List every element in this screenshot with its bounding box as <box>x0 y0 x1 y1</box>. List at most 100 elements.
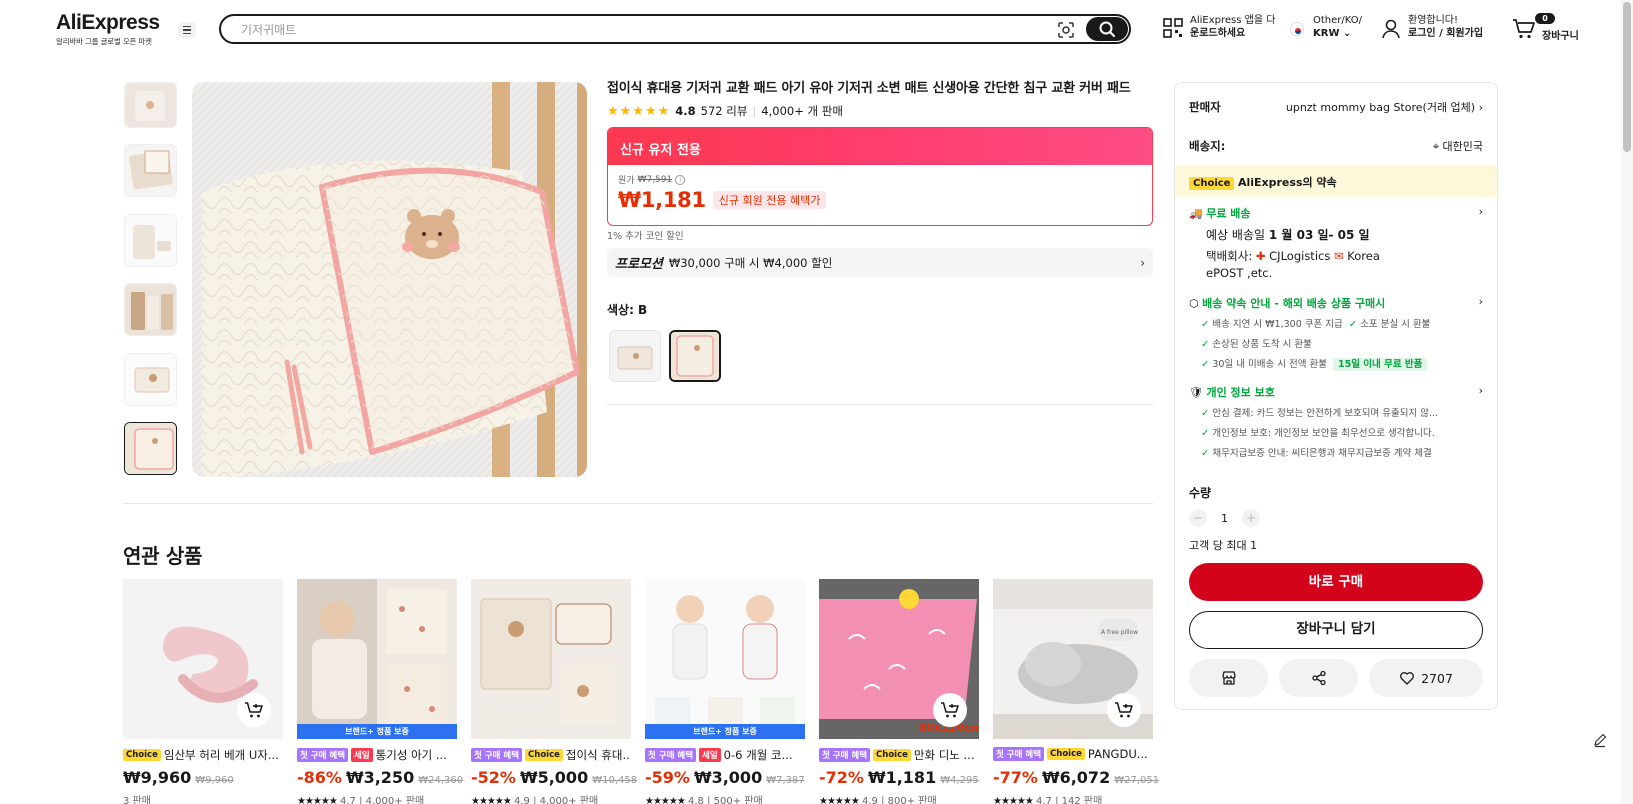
original-price-label: 원가 <box>618 176 635 186</box>
login-link[interactable]: 환영합니다! 로그인 / 회원가입 <box>1408 14 1483 40</box>
product-thumbnail[interactable]: 브랜드+ 정품 보증 <box>297 579 457 739</box>
sold-info: ★★★★★ 4.8 | 500+ 판매 <box>645 792 763 804</box>
product-title[interactable]: Choice 임산부 허리 베개 U자... <box>123 747 283 763</box>
sold-info: 3 판매 <box>123 796 151 804</box>
strike-price: ₩27,051 <box>1114 775 1160 786</box>
store-button[interactable] <box>1189 659 1268 697</box>
product-price: ₩6,072 <box>1041 768 1111 787</box>
color-option-b-selected[interactable] <box>669 330 721 382</box>
separator: | <box>752 104 757 118</box>
privacy-row[interactable]: 🛡 개인 정보 보호 › <box>1189 384 1483 400</box>
check-icon: ✓ <box>1201 408 1210 419</box>
color-option-a[interactable] <box>609 330 661 382</box>
product-title[interactable]: 첫 구매 혜택 세일 통기성 아기 ... <box>297 747 457 763</box>
divider <box>123 503 1153 504</box>
related-product-card[interactable]: Choice 임산부 허리 베개 U자... ₩9,960 ₩9,960 3 판매 <box>123 579 283 804</box>
quantity-value[interactable]: 1 <box>1221 512 1228 525</box>
thumbnail-3[interactable] <box>124 214 177 267</box>
product-thumbnail[interactable]: 브랜드+ 정품 보증 <box>645 579 805 739</box>
product-title[interactable]: 첫 구매 혜택 세일 0-6 개월 코... <box>645 747 805 763</box>
share-button[interactable] <box>1279 659 1358 697</box>
cart-icon[interactable] <box>1512 18 1536 40</box>
related-product-card[interactable]: A free pillow 첫 구매 혜택 Choice PANGDU... -77… <box>993 579 1159 804</box>
privacy-item: ✓ 채무지급보증 안내: 씨티은행과 채무지급보증 계약 체결 <box>1201 448 1432 459</box>
welcome-text: 환영합니다! <box>1408 15 1459 26</box>
info-icon[interactable]: i <box>675 174 686 185</box>
ship-to-selector[interactable]: ⌖ 대한민국 <box>1375 138 1483 154</box>
buy-now-button[interactable]: 바로 구매 <box>1189 563 1483 601</box>
related-product-card[interactable]: 80x120cm 첫 구매 혜택 Choice 만화 디노 ... -72% ₩1,… <box>819 579 979 804</box>
scrollbar-thumb[interactable] <box>1623 2 1631 152</box>
product-thumbnail[interactable]: A free pillow <box>993 579 1153 739</box>
discount-percent: -86% <box>297 768 342 787</box>
search-button[interactable] <box>1086 17 1128 41</box>
menu-icon[interactable] <box>178 22 196 38</box>
color-label: 색상: B <box>607 303 648 317</box>
location-pin-icon: ⌖ <box>1432 140 1440 153</box>
privacy-title: 개인 정보 보호 <box>1206 386 1275 399</box>
chevron-down-icon: ⌄ <box>1342 28 1352 39</box>
review-count[interactable]: 572 리뷰 <box>701 103 748 119</box>
add-to-cart-icon[interactable] <box>933 693 967 727</box>
cj-logo-icon: ✚ <box>1255 249 1266 263</box>
add-to-cart-icon[interactable] <box>237 693 271 727</box>
delivery-guarantee-row[interactable]: ⬡ 배송 약속 안내 - 해외 배송 상품 구매시 › <box>1189 295 1483 311</box>
thumbnail-4[interactable] <box>124 283 177 336</box>
scrollbar[interactable] <box>1621 0 1633 804</box>
wishlist-button[interactable]: 2707 <box>1369 659 1483 697</box>
eta-row: 예상 배송일 1 월 03 일- 05 일 <box>1206 226 1370 243</box>
rating-row: ★★★★★ 4.8 572 리뷰 | 4,000+ 개 판매 <box>607 103 843 119</box>
rating-value: 4.8 <box>675 104 696 118</box>
product-tag: 세일 <box>351 748 373 762</box>
quantity-stepper: − 1 + <box>1189 509 1260 527</box>
product-tag: Choice <box>873 749 911 761</box>
check-icon: ✓ <box>1348 319 1358 330</box>
choice-promise-row: Choice AliExpress의 약속 <box>1189 174 1337 190</box>
related-product-card[interactable]: 브랜드+ 정품 보증 첫 구매 혜택 세일 통기성 아기 ... -86% ₩3,2… <box>297 579 463 804</box>
product-title: 접이식 휴대용 기저귀 교환 패드 아기 유아 기저귀 소변 매트 신생아용 간… <box>607 81 1131 96</box>
wishlist-count: 2707 <box>1421 670 1453 686</box>
product-title[interactable]: 첫 구매 혜택 Choice 만화 디노 ... <box>819 747 979 763</box>
thumbnail-1[interactable] <box>124 82 177 128</box>
product-title[interactable]: 첫 구매 혜택 Choice 접이식 휴대... <box>471 747 631 763</box>
edit-icon[interactable] <box>1588 728 1612 752</box>
app-line-2: 운로드하세요 <box>1190 28 1246 39</box>
related-product-card[interactable]: 첫 구매 혜택 Choice 접이식 휴대... -52% ₩5,000 ₩10,4… <box>471 579 637 804</box>
seller-link[interactable]: upnzt mommy bag Store(거래 업체) › <box>1283 99 1483 115</box>
add-to-cart-icon[interactable] <box>1107 693 1141 727</box>
free-shipping-row[interactable]: 🚚 무료 배송 › <box>1189 205 1483 221</box>
image-search-icon[interactable] <box>1056 20 1076 40</box>
thumbnail-5[interactable] <box>124 353 177 406</box>
free-shipping-text: 무료 배송 <box>1206 207 1251 220</box>
epost-logo-icon: ✉ <box>1333 249 1344 263</box>
product-price: ₩5,000 <box>519 768 589 787</box>
check-icon: ✓ <box>1201 359 1210 370</box>
aliexpress-logo[interactable]: AliExpress 알리바바 그룹 글로벌 오픈 마켓 <box>56 11 160 47</box>
product-price: ₩1,181 <box>867 768 937 787</box>
product-title[interactable]: 첫 구매 혜택 Choice PANGDU... <box>993 747 1153 761</box>
courier-cj: CJLogistics <box>1269 249 1331 263</box>
qr-code-icon[interactable] <box>1162 17 1184 39</box>
download-app-link[interactable]: AliExpress 앱을 다 운로드하세요 <box>1190 14 1280 40</box>
add-to-cart-button[interactable]: 장바구니 담기 <box>1189 611 1483 649</box>
decrease-button[interactable]: − <box>1189 509 1207 527</box>
promotion-row[interactable]: 프로모션 ₩30,000 구매 시 ₩4,000 할인 › <box>607 248 1153 277</box>
thumbnail-2[interactable] <box>124 144 177 197</box>
guarantee-item: ✓ 배송 지연 시 ₩1,300 쿠폰 지급 ✓ 소포 분실 시 환불 <box>1201 319 1431 330</box>
truck-icon: 🚚 <box>1189 207 1203 220</box>
product-thumbnail[interactable] <box>471 579 631 739</box>
user-icon[interactable] <box>1380 18 1402 40</box>
thumbnail-6-selected[interactable] <box>124 422 177 475</box>
language-currency-selector[interactable]: Other/KO/ KRW ⌄ <box>1313 14 1362 40</box>
related-product-card[interactable]: 브랜드+ 정품 보증 첫 구매 혜택 세일 0-6 개월 코... -59% ₩3,… <box>645 579 805 804</box>
increase-button[interactable]: + <box>1242 509 1260 527</box>
chevron-right-icon: › <box>1478 384 1483 397</box>
currency-label: KRW <box>1313 28 1340 39</box>
product-thumbnail[interactable]: 80x120cm <box>819 579 979 739</box>
main-product-image[interactable] <box>192 82 587 477</box>
check-icon: ✓ <box>1201 319 1210 330</box>
search-input[interactable] <box>241 20 1041 40</box>
chevron-right-icon: › <box>1478 205 1483 218</box>
product-thumbnail[interactable] <box>123 579 283 739</box>
cart-label[interactable]: 장바구니 <box>1542 27 1579 42</box>
